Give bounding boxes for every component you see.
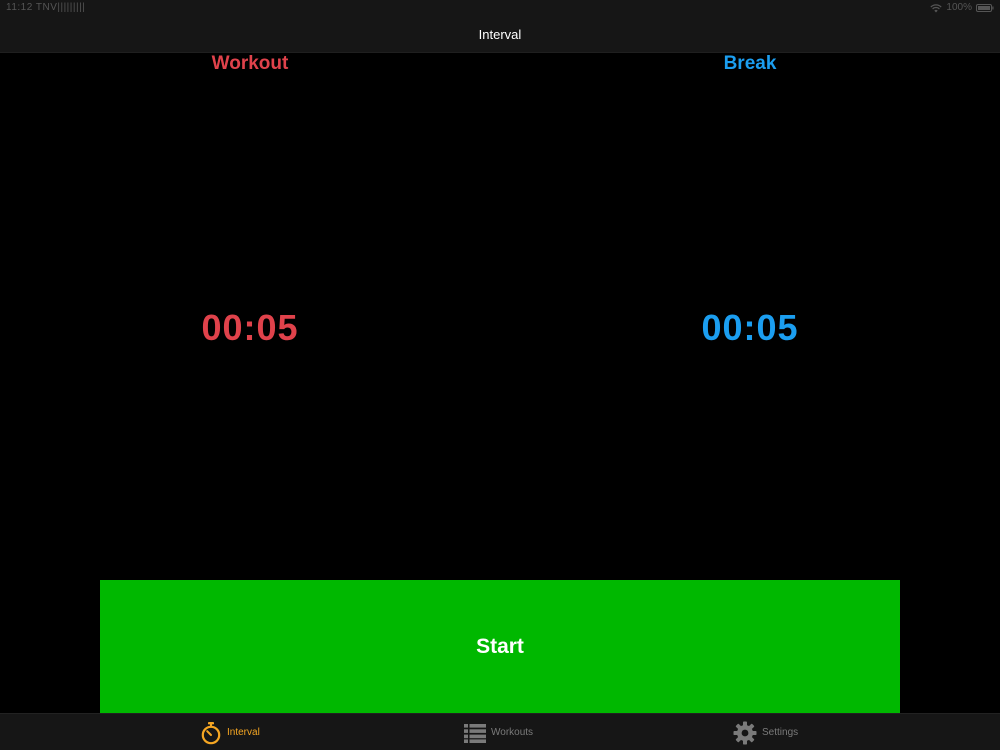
list-icon: [464, 723, 486, 743]
tab-interval[interactable]: Interval: [200, 714, 260, 750]
page-title: Interval: [478, 26, 522, 42]
workout-label: Workout: [211, 53, 289, 74]
tab-interval-label: Interval: [227, 727, 260, 738]
status-right: 100%: [930, 0, 994, 16]
start-button-label: Start: [476, 634, 524, 658]
tab-workouts-label: Workouts: [491, 727, 534, 738]
tab-settings-label: Settings: [762, 727, 799, 738]
break-timer[interactable]: 00:05: [620, 306, 880, 350]
status-bar: 11:12 TNV||||||||| 100%: [0, 0, 1000, 16]
tab-settings[interactable]: Settings: [733, 714, 798, 750]
battery-icon: [976, 4, 994, 12]
navigation-bar: Interval: [0, 16, 1000, 53]
tab-bar: Interval Workouts Settings: [0, 713, 1000, 750]
wifi-icon: [930, 3, 943, 12]
stopwatch-icon: [201, 721, 221, 744]
battery-percent: 100%: [946, 2, 972, 13]
tab-workouts[interactable]: Workouts: [464, 714, 533, 750]
status-time: 11:12 TNV|||||||||: [6, 2, 86, 13]
break-label: Break: [723, 53, 777, 74]
workout-timer[interactable]: 00:05: [120, 306, 380, 350]
start-button[interactable]: Start: [100, 580, 900, 713]
gear-icon: [733, 721, 757, 744]
app-screen: 11:12 TNV||||||||| 100% Interval Workout…: [0, 0, 1000, 750]
